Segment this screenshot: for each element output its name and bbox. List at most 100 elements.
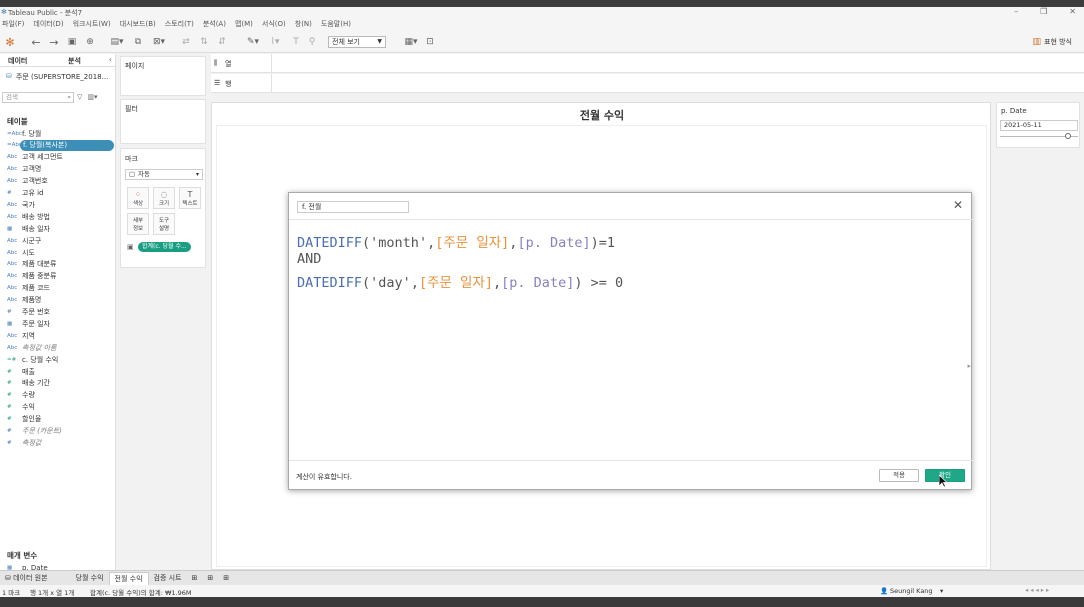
menu-dashboard[interactable]: 대시보드(B) xyxy=(120,18,156,31)
sheet-nav-icons[interactable]: ◂◂◂▸▸ xyxy=(1025,586,1051,594)
field-item[interactable]: # 고유 id xyxy=(7,188,115,199)
tooltip-button[interactable]: 도구 설명 xyxy=(153,213,175,235)
tab-datasource[interactable]: ⛁ 데이터 원본 xyxy=(0,572,53,585)
pin-icon[interactable]: ⚲ xyxy=(306,35,318,49)
sort-desc-icon[interactable]: ⇵ xyxy=(216,35,228,49)
field-item[interactable]: ▦ 주문 일자 xyxy=(7,318,115,329)
menu-file[interactable]: 파일(F) xyxy=(2,18,24,31)
group-icon[interactable]: ⌇▾ xyxy=(266,35,284,49)
new-worksheet-tab-icon[interactable]: ⊞ xyxy=(187,572,203,585)
tab-analysis[interactable]: 분석 xyxy=(68,56,81,66)
columns-label: 열 xyxy=(225,60,232,68)
sort-asc-icon[interactable]: ⇅ xyxy=(198,35,210,49)
field-item[interactable]: =Abc f. 당월 xyxy=(7,128,115,139)
menu-data[interactable]: 데이터(D) xyxy=(33,18,63,31)
datasource-item[interactable]: ⛁ 주문 (SUPERSTORE_2018... xyxy=(6,72,108,82)
field-item[interactable]: Abc 배송 방법 xyxy=(7,211,115,222)
field-item[interactable]: Abc 고객 세그먼트 xyxy=(7,152,115,163)
field-item[interactable]: =# c. 당월 수익 xyxy=(7,354,115,365)
columns-shelf[interactable]: ⫼ 열 xyxy=(211,54,1084,73)
detail-button[interactable]: 세부 정보 xyxy=(127,213,149,235)
tableau-gear-icon[interactable]: ✻ xyxy=(4,35,16,49)
parameter-slider-handle[interactable] xyxy=(1065,133,1071,139)
field-item[interactable]: # 배송 기간 xyxy=(7,378,115,389)
user-name[interactable]: Seungil Kang xyxy=(890,587,933,595)
field-item[interactable]: # 수익 xyxy=(7,402,115,413)
field-item[interactable]: Abc 제품 중분류 xyxy=(7,271,115,282)
field-item[interactable]: ▦ 배송 일자 xyxy=(7,223,115,234)
data-pane: 데이터 분석 ‹ ⛁ 주문 (SUPERSTORE_2018... 검색 ⌕ ▽… xyxy=(0,54,116,572)
view-options-icon[interactable]: ▥▾ xyxy=(87,93,97,101)
field-item[interactable]: # 주문 (카운트) xyxy=(7,426,115,437)
redo-icon[interactable]: → xyxy=(48,35,60,49)
show-cards-icon[interactable]: ▦▾ xyxy=(402,35,420,49)
tab-prev-month-profit[interactable]: 전월 수익 xyxy=(108,571,149,585)
field-item[interactable]: Abc 고객명 xyxy=(7,164,115,175)
marks-pill[interactable]: 합계(c. 당월 수... xyxy=(138,242,191,252)
field-item[interactable]: Abc 시군구 xyxy=(7,235,115,246)
parameter-value-input[interactable]: 2021-05-11 xyxy=(1000,120,1078,131)
swap-icon[interactable]: ⇄ xyxy=(180,35,192,49)
field-label: 주문 일자 xyxy=(22,319,50,328)
size-button[interactable]: ◌ 크기 xyxy=(153,187,175,209)
duplicate-sheet-icon[interactable]: ⧉ xyxy=(132,35,144,49)
tab-data[interactable]: 데이터 xyxy=(8,56,27,66)
field-item[interactable]: # 수량 xyxy=(7,390,115,401)
field-item[interactable]: Abc 제품 코드 xyxy=(7,283,115,294)
show-me-icon: ▥ xyxy=(1032,37,1041,47)
rows-shelf[interactable]: ☰ 행 xyxy=(211,74,1084,93)
clear-sheet-icon[interactable]: ⊠▾ xyxy=(150,35,168,49)
field-item[interactable]: Abc 지역 xyxy=(7,330,115,341)
field-label: 고객 세그먼트 xyxy=(22,153,63,162)
color-button[interactable]: ⁘ 색상 xyxy=(127,187,149,209)
collapse-pane-icon[interactable]: ‹ xyxy=(109,55,112,64)
field-item[interactable]: # 매출 xyxy=(7,366,115,377)
field-item[interactable]: Abc 국가 xyxy=(7,199,115,210)
menu-format[interactable]: 서식(O) xyxy=(262,18,286,31)
undo-icon[interactable]: ← xyxy=(30,35,42,49)
field-item[interactable]: # 주문 번호 xyxy=(7,307,115,318)
highlight-icon[interactable]: ✎▾ xyxy=(244,35,262,49)
field-item[interactable]: # 측정값 xyxy=(7,437,115,448)
menu-story[interactable]: 스토리(T) xyxy=(165,18,194,31)
field-item[interactable]: Abc 측정값 이름 xyxy=(7,342,115,353)
new-datasource-icon[interactable]: ⊕ xyxy=(84,35,96,49)
field-item[interactable]: # 할인율 xyxy=(7,414,115,425)
field-item[interactable]: =Abc f. 당월(복사본) xyxy=(7,139,114,151)
filter-icon[interactable]: ▽ xyxy=(77,93,82,101)
menu-window[interactable]: 창(N) xyxy=(295,18,312,31)
label-button[interactable]: T 텍스트 xyxy=(179,187,201,209)
save-icon[interactable]: ▣ xyxy=(66,35,78,49)
menu-worksheet[interactable]: 워크시트(W) xyxy=(73,18,111,31)
field-item[interactable]: Abc 고객번호 xyxy=(7,176,115,187)
minimize-button[interactable]: – xyxy=(1014,7,1018,16)
apply-button[interactable]: 적용 xyxy=(879,469,919,482)
chevron-down-icon[interactable]: ▾ xyxy=(940,587,943,595)
close-icon[interactable]: ✕ xyxy=(953,198,963,212)
formula-token: , xyxy=(427,235,436,251)
show-me-button[interactable]: ▥ 표현 방식 xyxy=(1032,37,1072,47)
maximize-button[interactable]: ❐ xyxy=(1040,7,1047,16)
expand-arrow-icon[interactable]: ▸ xyxy=(967,362,971,370)
formula-editor[interactable]: DATEDIFF('month',[주문 일자],[p. Date])=1 AN… xyxy=(289,219,973,461)
presentation-icon[interactable]: ⊡ xyxy=(424,35,436,49)
field-item[interactable]: Abc 제품명 xyxy=(7,295,115,306)
field-item[interactable]: Abc 제품 대분류 xyxy=(7,259,115,270)
new-story-tab-icon[interactable]: ⊞ xyxy=(218,572,234,585)
pages-card[interactable]: 페이지 xyxy=(120,56,206,96)
field-item[interactable]: Abc 시도 xyxy=(7,247,115,258)
new-dashboard-tab-icon[interactable]: ⊞ xyxy=(202,572,218,585)
calculation-name-input[interactable]: f. 전월 xyxy=(297,201,409,213)
menu-help[interactable]: 도움말(H) xyxy=(321,18,351,31)
new-worksheet-icon[interactable]: ▤▾ xyxy=(108,35,126,49)
mark-type-select[interactable]: ▢ 자동 ▾ xyxy=(125,169,203,180)
filters-card[interactable]: 필터 xyxy=(120,99,206,144)
tab-current-month-profit[interactable]: 당월 수익 xyxy=(71,572,109,585)
field-search-input[interactable]: 검색 ⌕ xyxy=(2,92,74,103)
labels-icon[interactable]: T xyxy=(290,35,302,49)
menu-analysis[interactable]: 분석(A) xyxy=(203,18,226,31)
tab-verify-sheet[interactable]: 검증 시트 xyxy=(149,572,187,585)
close-window-button[interactable]: ✕ xyxy=(1069,7,1076,16)
view-size-select[interactable]: 전체 보기 ▼ xyxy=(328,36,386,48)
menu-map[interactable]: 맵(M) xyxy=(235,18,253,31)
